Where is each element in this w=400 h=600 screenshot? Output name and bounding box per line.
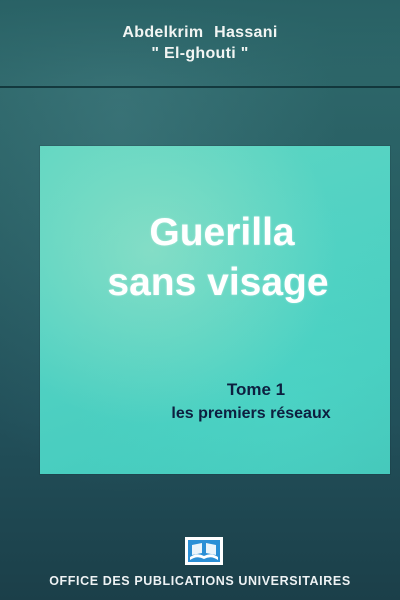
author-first-name: Abdelkrim <box>122 24 204 41</box>
title-line-2: sans visage <box>107 261 329 304</box>
open-book-logo-icon <box>185 537 223 565</box>
volume-label: Tome 1 <box>226 380 286 399</box>
title-panel: Guerilla sans visage Tome 1 les premiers… <box>40 146 390 474</box>
author-last-name: Hassani <box>214 24 278 41</box>
author-name: Abdelkrim Hassani <box>0 22 400 43</box>
divider-line <box>0 86 400 88</box>
title-line-1: Guerilla <box>149 211 295 254</box>
volume-subtitle: les premiers réseaux <box>171 405 331 422</box>
author-alias: " El-ghouti " <box>151 45 249 62</box>
volume-info: Tome 1 les premiers réseaux <box>126 378 376 426</box>
publisher-name: OFFICE DES PUBLICATIONS UNIVERSITAIRES <box>49 574 351 588</box>
author-block: Abdelkrim Hassani " El-ghouti " <box>0 22 400 64</box>
book-cover: Abdelkrim Hassani " El-ghouti " Guerilla… <box>0 0 400 600</box>
book-title: Guerilla sans visage <box>40 208 390 308</box>
